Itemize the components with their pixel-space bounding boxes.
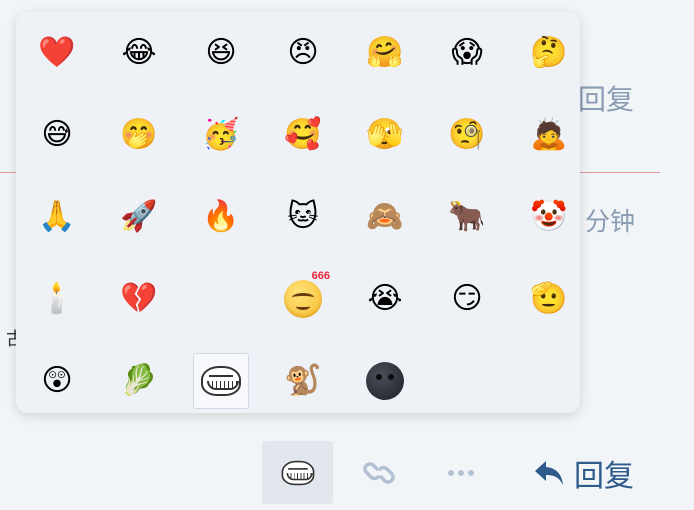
broken-heart-icon: 💔 [120,281,158,316]
reply-label: 回复 [574,458,634,494]
candle-icon: 🕯️ [38,281,76,316]
emoji-cell[interactable]: 💔 [98,258,180,340]
emoji-cell[interactable]: 😠 [262,12,344,94]
background-time-label: 分钟 [585,207,636,236]
emoji-cell[interactable]: 🥰 [262,94,344,176]
emoji-cell[interactable]: 666 [262,258,344,340]
emoji-grid: ❤️ 😂 😆 😠 🤗 😱 🤔 😅 🤭 🥳 🥰 🫣 🧐 🙇 🙏 🚀 🔥 🐱 🙈 🐂 🤡 🕯️ 💔 666 😭 😏 🫡 😲 🥬 🐒 [16,12,590,422]
smiling-hearts-icon: 🥰 [284,117,322,152]
new-moon-face-icon [366,362,404,400]
emoji-picker-popover: ❤️ 😂 😆 😠 🤗 😱 🤔 😅 🤭 🥳 🥰 🫣 🧐 🙇 🙏 🚀 🔥 🐱 🙈 🐂 🤡 🕯️ 💔 666 😭 😏 🫡 😲 🥬 🐒 [16,12,580,413]
emoji-cell[interactable]: 🧐 [426,94,508,176]
emoji-cell[interactable]: 😆 [180,12,262,94]
thinking-face-icon: 🤔 [530,35,568,70]
rocket-icon: 🚀 [120,199,158,234]
emoji-cell[interactable]: 🕯️ [16,258,98,340]
emoji-cell[interactable]: 🙇 [508,94,590,176]
troll-face-icon [281,460,314,485]
smirk-666-icon: 666 [284,270,330,318]
emoji-cell[interactable]: 🔥 [180,176,262,258]
sweat-smile-icon: 😅 [41,117,73,152]
troll-face-icon [201,366,241,396]
emoji-cell[interactable]: 🤡 [508,176,590,258]
emoji-cell[interactable]: ❤️ [16,12,98,94]
badge-666: 666 [311,270,330,282]
emoji-cell[interactable]: 🫣 [344,94,426,176]
see-no-evil-monkey-icon: 🙈 [366,199,404,234]
emoji-cell[interactable]: 😱 [426,12,508,94]
emoji-cell[interactable] [180,340,262,422]
emoji-cell[interactable]: 🙏 [16,176,98,258]
red-heart-icon: ❤️ [38,35,76,70]
emoji-cell[interactable]: 🚀 [98,176,180,258]
emoji-cell[interactable]: 😅 [16,94,98,176]
astonished-face-icon: 😲 [41,363,73,398]
leafy-green-icon: 🥬 [120,363,158,398]
grinning-squinting-icon: 😆 [205,35,237,70]
crying-face-icon: 😭 [367,281,403,316]
emoji-button[interactable] [262,441,333,504]
hugging-face-icon: 🤗 [366,35,404,70]
reply-button[interactable]: 回复 [532,441,652,504]
emoji-cell[interactable]: 😭 [344,258,426,340]
smirking-face-icon: 😏 [451,281,483,316]
doge-cat-icon: 🐱 [287,199,319,234]
link-button[interactable] [350,441,408,504]
party-face-icon: 🥳 [202,117,240,152]
more-button[interactable] [432,441,490,504]
monocle-face-icon: 🧐 [448,117,486,152]
emoji-cell[interactable]: 🙈 [344,176,426,258]
emoji-cell[interactable]: 🐒 [262,340,344,422]
angry-face-icon: 😠 [287,35,319,70]
emoji-cell[interactable]: 🤗 [344,12,426,94]
emoji-cell[interactable]: 😲 [16,340,98,422]
clown-face-icon: 🤡 [530,199,568,234]
emoji-cell[interactable] [344,340,426,422]
emoji-cell[interactable]: 😂 [98,12,180,94]
more-dots-icon [448,469,474,476]
emoji-cell[interactable]: 🤭 [98,94,180,176]
emoji-cell [180,258,262,340]
emoji-cell[interactable]: 🥳 [180,94,262,176]
laughing-cover-mouth-icon: 🤭 [120,117,158,152]
emoji-cell[interactable]: 🫡 [508,258,590,340]
reply-arrow-icon [535,460,563,485]
emoji-cell[interactable]: 😏 [426,258,508,340]
peeking-face-icon: 🫣 [366,117,404,152]
emoji-cell[interactable]: 🐱 [262,176,344,258]
link-icon [363,461,395,484]
monkey-icon: 🐒 [284,363,322,398]
screaming-face-icon: 😱 [451,35,483,70]
emoji-cell[interactable]: 🐂 [426,176,508,258]
saluting-face-icon: 🫡 [530,281,568,316]
emoji-cell[interactable]: 🤔 [508,12,590,94]
fire-icon: 🔥 [202,199,240,234]
emoji-cell[interactable]: 🥬 [98,340,180,422]
ox-icon: 🐂 [448,199,486,234]
person-bowing-icon: 🙇 [530,117,568,152]
folded-hands-icon: 🙏 [38,199,76,234]
tears-of-joy-icon: 😂 [121,35,157,70]
selected-frame [193,353,249,409]
